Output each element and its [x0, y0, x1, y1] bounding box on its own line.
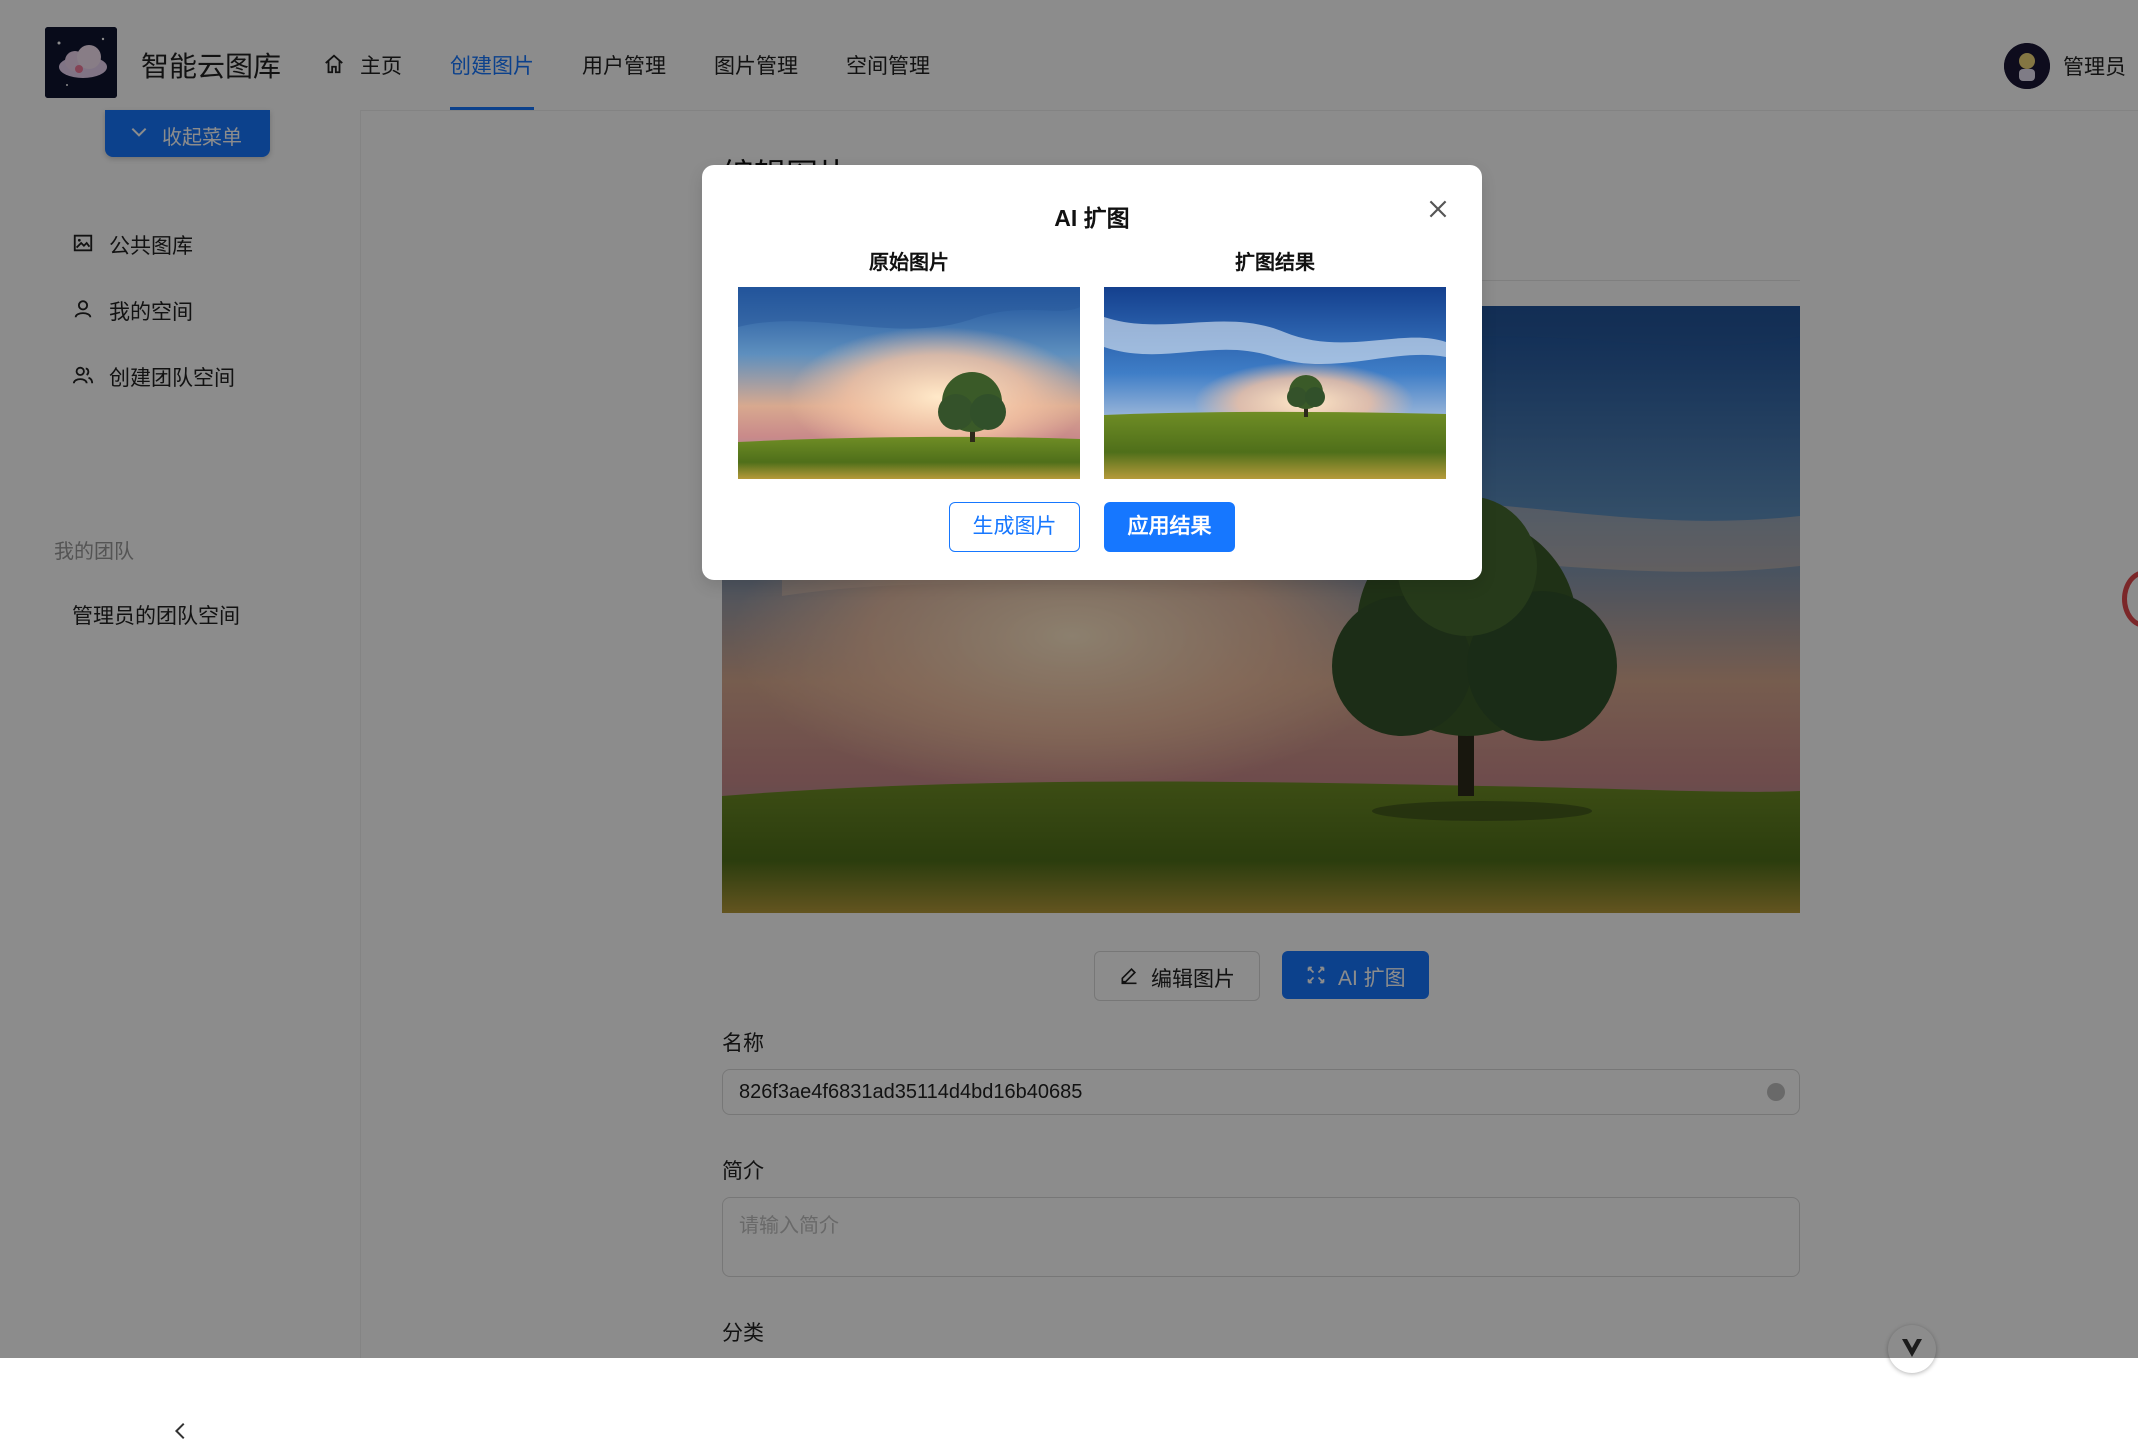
- outpaint-result-label: 扩图结果: [1235, 252, 1315, 274]
- close-icon[interactable]: [1425, 196, 1451, 222]
- apply-result-button[interactable]: 应用结果: [1104, 502, 1235, 552]
- chevron-left-icon[interactable]: [170, 1420, 192, 1442]
- generate-picture-button[interactable]: 生成图片: [949, 502, 1080, 552]
- ai-outpaint-modal: AI 扩图 原始图片 扩图结果 生成图片 应用结果: [702, 165, 1482, 580]
- original-picture-label: 原始图片: [869, 252, 949, 274]
- outpaint-result-thumbnail: [1104, 287, 1446, 479]
- modal-title: AI 扩图: [1054, 205, 1130, 231]
- original-picture-thumbnail: [738, 287, 1080, 479]
